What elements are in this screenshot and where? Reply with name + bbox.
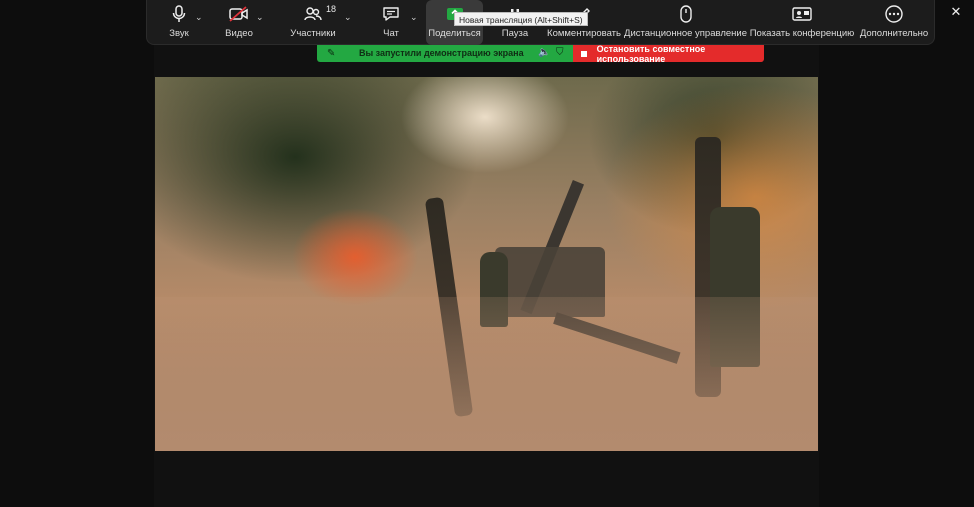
remote-control-button[interactable]: Дистанционное управление (624, 0, 747, 45)
more-label: Дополнительно (859, 28, 929, 39)
video-options-chevron-icon[interactable]: ⌄ (256, 12, 264, 23)
share-status-text: Вы запустили демонстрацию экрана (359, 48, 524, 58)
remote-control-icon (679, 0, 693, 28)
chat-icon (382, 0, 400, 28)
chat-options-chevron-icon[interactable]: ⌄ (410, 12, 418, 23)
share-screen-label: Поделиться (428, 28, 481, 39)
dust-cloud (155, 297, 818, 451)
audio-label: Звук (169, 28, 189, 39)
show-meeting-icon (792, 0, 812, 28)
participants-count-badge: 18 (326, 4, 337, 14)
remote-control-label: Дистанционное управление (624, 28, 747, 39)
share-status-bar[interactable]: ✎ Вы запустили демонстрацию экрана 🔈 ⛉ (317, 45, 573, 62)
more-icon (885, 0, 903, 28)
pause-label: Пауза (501, 28, 529, 39)
stop-square-icon (581, 50, 587, 57)
video-label: Видео (225, 28, 253, 39)
audio-button[interactable]: Звук (162, 0, 196, 45)
video-off-icon (229, 0, 249, 28)
screen-share-banner: ✎ Вы запустили демонстрацию экрана 🔈 ⛉ О… (317, 45, 764, 62)
close-icon[interactable]: ✕ (940, 2, 972, 22)
audio-options-chevron-icon[interactable]: ⌄ (195, 12, 203, 23)
show-meeting-label: Показать конференцию (749, 28, 855, 39)
drag-handle-icon[interactable]: ✎ (327, 48, 335, 59)
show-meeting-button[interactable]: Показать конференцию (750, 0, 854, 45)
annotate-label: Комментировать (547, 28, 621, 39)
microphone-icon (172, 0, 186, 28)
participants-icon (304, 0, 322, 28)
more-button[interactable]: Дополнительно (859, 0, 929, 45)
chat-button[interactable]: Чат (378, 0, 404, 45)
speaker-icon[interactable]: 🔈 (538, 47, 550, 58)
shared-screen-content (155, 77, 818, 451)
stop-share-label: Остановить совместное использование (596, 45, 706, 62)
new-share-tooltip: Новая трансляция (Alt+Shift+S) (454, 12, 588, 26)
stop-share-button[interactable]: Остановить совместное использование (573, 45, 764, 62)
shield-icon: ⛉ (556, 47, 564, 58)
chat-label: Чат (383, 28, 399, 39)
participants-options-chevron-icon[interactable]: ⌄ (344, 12, 352, 23)
participants-label: Участники (290, 28, 336, 39)
video-button[interactable]: Видео (222, 0, 256, 45)
